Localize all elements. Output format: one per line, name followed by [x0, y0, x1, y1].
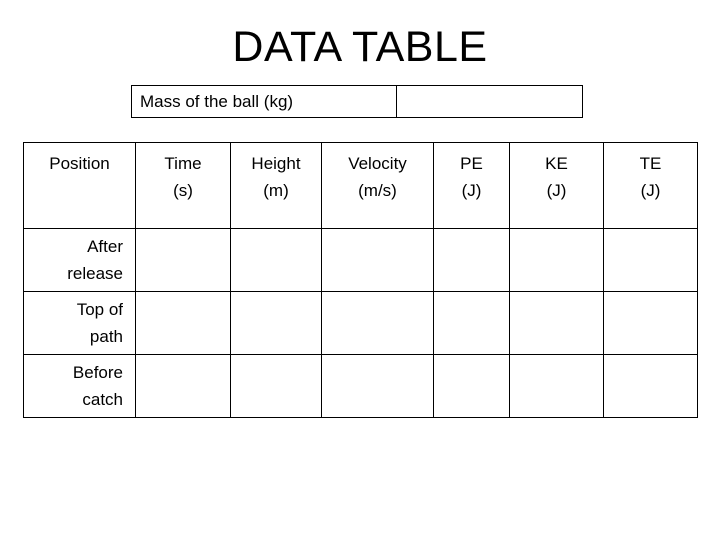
mass-label-cell: Mass of the ball (kg) — [132, 86, 397, 117]
cell-top-of-path-ke[interactable] — [509, 291, 604, 355]
row-label-line: path — [89, 327, 123, 346]
mass-of-ball-box: Mass of the ball (kg) — [131, 85, 583, 118]
cell-top-of-path-pe[interactable] — [433, 291, 510, 355]
row-label-line: Top of — [76, 300, 123, 319]
cell-before-catch-height[interactable] — [230, 354, 322, 418]
column-header-name: TE — [639, 154, 662, 173]
data-table: Position Time (s) Height (m) Velocity (m… — [23, 142, 698, 418]
row-label-top-of-path: Top of path — [23, 291, 136, 355]
row-label-line: catch — [82, 390, 123, 409]
column-header-unit: (J) — [461, 181, 482, 200]
column-header-pe: PE (J) — [433, 142, 510, 229]
column-header-position: Position — [23, 142, 136, 229]
row-label-after-release: After release — [23, 228, 136, 292]
cell-before-catch-te[interactable] — [603, 354, 698, 418]
cell-after-release-te[interactable] — [603, 228, 698, 292]
column-header-unit: (s) — [173, 181, 193, 200]
page-title: DATA TABLE — [232, 23, 488, 71]
table-row: Before catch — [23, 354, 698, 418]
cell-before-catch-time[interactable] — [135, 354, 231, 418]
column-header-ke: KE (J) — [509, 142, 604, 229]
cell-before-catch-pe[interactable] — [433, 354, 510, 418]
column-header-unit: (m) — [263, 181, 289, 200]
column-header-name: Velocity — [348, 154, 407, 173]
cell-after-release-height[interactable] — [230, 228, 322, 292]
row-label-line: Before — [72, 363, 123, 382]
cell-before-catch-ke[interactable] — [509, 354, 604, 418]
row-label-line: release — [67, 264, 123, 283]
row-label-before-catch: Before catch — [23, 354, 136, 418]
column-header-name: Time — [164, 154, 202, 173]
table-header-row: Position Time (s) Height (m) Velocity (m… — [23, 142, 698, 229]
cell-top-of-path-time[interactable] — [135, 291, 231, 355]
cell-top-of-path-te[interactable] — [603, 291, 698, 355]
cell-top-of-path-height[interactable] — [230, 291, 322, 355]
column-header-name: KE — [545, 154, 568, 173]
column-header-te: TE (J) — [603, 142, 698, 229]
column-header-velocity: Velocity (m/s) — [321, 142, 434, 229]
row-label-line: After — [87, 237, 123, 256]
cell-top-of-path-velocity[interactable] — [321, 291, 434, 355]
column-header-name: Position — [49, 154, 110, 173]
mass-value-cell[interactable] — [397, 86, 582, 117]
column-header-unit: (J) — [546, 181, 567, 200]
mass-label-text: Mass of the ball (kg) — [140, 91, 294, 111]
column-header-name: PE — [460, 154, 483, 173]
cell-after-release-velocity[interactable] — [321, 228, 434, 292]
column-header-unit: (m/s) — [358, 181, 397, 200]
cell-before-catch-velocity[interactable] — [321, 354, 434, 418]
column-header-unit: (J) — [640, 181, 661, 200]
table-row: Top of path — [23, 291, 698, 355]
column-header-time: Time (s) — [135, 142, 231, 229]
cell-after-release-pe[interactable] — [433, 228, 510, 292]
column-header-name: Height — [251, 154, 301, 173]
table-row: After release — [23, 228, 698, 292]
cell-after-release-ke[interactable] — [509, 228, 604, 292]
column-header-height: Height (m) — [230, 142, 322, 229]
cell-after-release-time[interactable] — [135, 228, 231, 292]
